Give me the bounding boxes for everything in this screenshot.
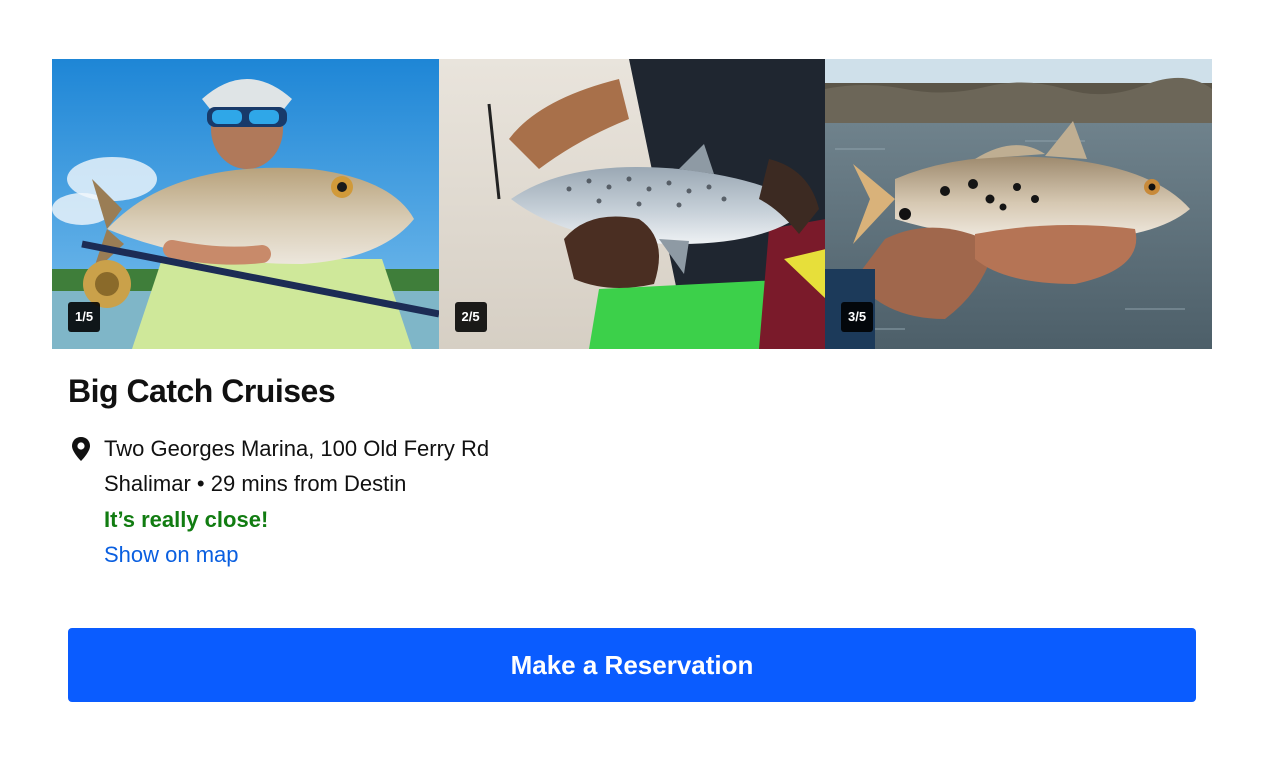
gallery-photo-3[interactable]: 3/5 bbox=[825, 59, 1212, 349]
gallery-photo-1[interactable]: 1/5 bbox=[52, 59, 439, 349]
redfish-photo-image bbox=[52, 59, 439, 349]
make-reservation-button[interactable]: Make a Reservation bbox=[68, 628, 1196, 702]
address-line-2: Shalimar • 29 mins from Destin bbox=[104, 471, 407, 496]
listing-title: Big Catch Cruises bbox=[68, 373, 336, 409]
seatrout-photo-image bbox=[438, 59, 826, 349]
show-on-map-link[interactable]: Show on map bbox=[104, 541, 239, 569]
map-pin-icon bbox=[72, 437, 90, 461]
proximity-note: It’s really close! bbox=[104, 507, 269, 532]
redfish-photo-image bbox=[825, 59, 1212, 349]
address-line-1: Two Georges Marina, 100 Old Ferry Rd bbox=[104, 436, 490, 461]
gallery-photo-2[interactable]: 2/5 bbox=[438, 59, 826, 349]
photo-counter: 3/5 bbox=[841, 302, 874, 332]
photo-counter: 1/5 bbox=[68, 302, 101, 332]
photo-counter: 2/5 bbox=[454, 302, 487, 332]
photo-gallery: 1/5 2/5 3/5 bbox=[52, 59, 1212, 349]
